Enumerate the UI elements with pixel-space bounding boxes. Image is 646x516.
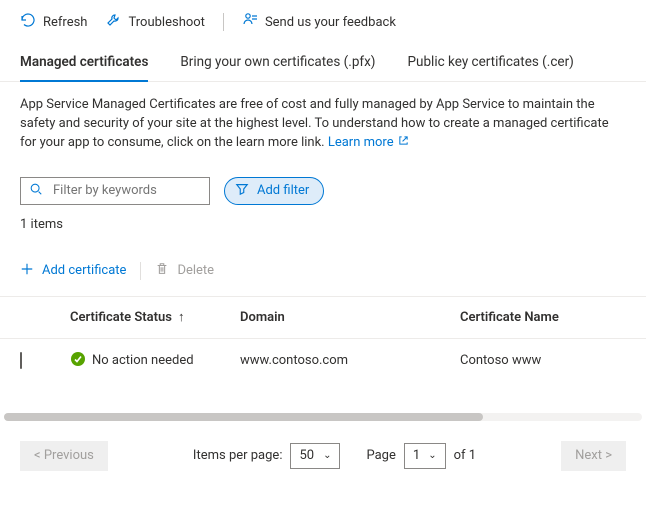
tab-bar: Managed certificates Bring your own cert… — [0, 44, 646, 82]
pagination: < Previous Items per page: 50 ⌄ Page 1 ⌄… — [0, 421, 646, 471]
previous-button[interactable]: < Previous — [20, 441, 108, 471]
next-button[interactable]: Next > — [561, 441, 626, 471]
refresh-button[interactable]: Refresh — [20, 8, 87, 36]
page-of-text: of 1 — [454, 448, 476, 463]
page-label: Page — [366, 448, 395, 463]
feedback-button[interactable]: Send us your feedback — [242, 8, 396, 36]
delete-button[interactable]: Delete — [155, 262, 214, 280]
add-certificate-label: Add certificate — [42, 263, 126, 278]
add-certificate-button[interactable]: Add certificate — [20, 262, 126, 280]
feedback-icon — [242, 12, 258, 32]
add-filter-button[interactable]: Add filter — [224, 177, 324, 205]
toolbar-divider — [223, 13, 224, 31]
items-per-page-label: Items per page: — [193, 448, 283, 463]
action-divider — [140, 262, 141, 280]
delete-label: Delete — [177, 263, 214, 278]
tab-managed-certificates[interactable]: Managed certificates — [20, 44, 148, 82]
item-count: 1 items — [0, 211, 646, 232]
filter-input[interactable] — [51, 182, 201, 199]
horizontal-scrollbar[interactable] — [4, 413, 642, 421]
page-select[interactable]: 1 ⌄ — [404, 443, 446, 469]
feedback-label: Send us your feedback — [265, 15, 396, 30]
tab-public-key[interactable]: Public key certificates (.cer) — [408, 44, 574, 82]
name-cell: Contoso www — [460, 353, 626, 368]
refresh-label: Refresh — [43, 15, 87, 30]
learn-more-link[interactable]: Learn more — [328, 134, 409, 153]
table-row[interactable]: No action needed www.contoso.com Contoso… — [0, 339, 646, 383]
filter-icon — [235, 182, 249, 200]
wrench-icon — [105, 12, 121, 32]
col-status-label: Certificate Status — [70, 310, 172, 325]
domain-cell: www.contoso.com — [240, 353, 460, 368]
top-toolbar: Refresh Troubleshoot Send us your feedba… — [0, 0, 646, 40]
col-domain[interactable]: Domain — [240, 310, 460, 325]
troubleshoot-button[interactable]: Troubleshoot — [105, 8, 204, 36]
description-text: App Service Managed Certificates are fre… — [20, 97, 609, 150]
filter-input-wrap[interactable] — [20, 177, 210, 205]
success-icon — [70, 351, 86, 371]
col-name[interactable]: Certificate Name — [460, 310, 626, 325]
page-value: 1 — [413, 448, 420, 463]
tab-bring-your-own[interactable]: Bring your own certificates (.pfx) — [180, 44, 375, 82]
refresh-icon — [20, 12, 36, 32]
status-cell: No action needed — [70, 351, 240, 371]
items-per-page-value: 50 — [299, 448, 314, 463]
troubleshoot-label: Troubleshoot — [128, 15, 204, 30]
description: App Service Managed Certificates are fre… — [0, 82, 646, 159]
add-filter-label: Add filter — [257, 183, 309, 198]
search-icon — [29, 182, 43, 200]
trash-icon — [155, 262, 169, 280]
certificates-table: Certificate Status ↑ Domain Certificate … — [0, 296, 646, 383]
status-text: No action needed — [92, 353, 194, 368]
table-header: Certificate Status ↑ Domain Certificate … — [0, 297, 646, 339]
plus-icon — [20, 262, 34, 280]
chevron-down-icon: ⌄ — [323, 450, 331, 461]
col-status[interactable]: Certificate Status ↑ — [70, 309, 240, 325]
scrollbar-thumb[interactable] — [4, 413, 483, 421]
items-per-page-select[interactable]: 50 ⌄ — [290, 443, 340, 469]
action-row: Add certificate Delete — [0, 232, 646, 290]
chevron-down-icon: ⌄ — [428, 450, 436, 461]
row-checkbox[interactable] — [20, 352, 22, 369]
sort-asc-icon: ↑ — [178, 309, 185, 325]
learn-more-label: Learn more — [328, 134, 394, 153]
external-link-icon — [398, 134, 409, 153]
filter-row: Add filter — [0, 159, 646, 211]
